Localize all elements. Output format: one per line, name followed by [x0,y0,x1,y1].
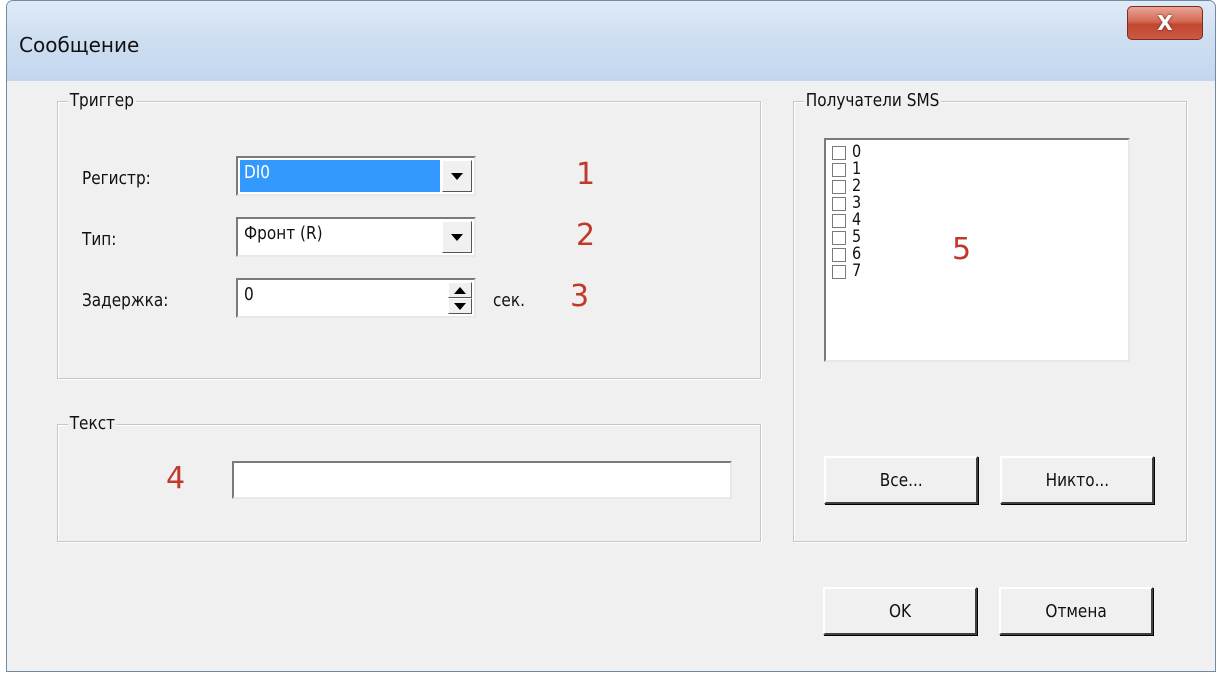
select-none-button-label: Никто... [1045,469,1109,491]
recipient-checkbox[interactable] [832,145,846,160]
chevron-down-icon [451,172,463,180]
text-group: Текст 4 [57,413,761,542]
annotation-1: 1 [576,157,596,192]
spin-up-button[interactable] [448,282,472,298]
type-combobox[interactable]: Фронт (R) [236,217,476,257]
type-label: Тип: [82,229,117,250]
recipient-checkbox[interactable] [832,264,846,279]
text-group-legend: Текст [68,413,117,434]
delay-spin-buttons [448,282,472,314]
dialog-client-area: Триггер Регистр: DI0 1 Тип: Фронт (R) 2 … [7,81,1215,671]
recipient-checkbox[interactable] [832,162,846,177]
recipient-checkbox[interactable] [832,230,846,245]
arrow-down-icon [454,302,466,310]
delay-spinbox[interactable]: 0 [236,278,476,318]
trigger-group: Триггер Регистр: DI0 1 Тип: Фронт (R) 2 … [57,90,761,379]
register-combobox[interactable]: DI0 [236,156,476,196]
annotation-4: 4 [166,461,186,496]
type-value: Фронт (R) [244,223,323,244]
ok-button-label: OK [888,600,912,622]
register-selection: DI0 [240,160,440,192]
annotation-3: 3 [570,279,590,314]
message-text-input[interactable] [232,461,732,499]
close-button[interactable]: X [1127,6,1203,40]
annotation-2: 2 [576,218,596,253]
recipients-listbox[interactable]: 01234567 [824,138,1130,362]
select-all-button-label: Все... [879,469,923,491]
recipient-checkbox[interactable] [832,247,846,262]
delay-label: Задержка: [82,290,169,311]
select-all-button[interactable]: Все... [824,456,978,504]
recipient-item[interactable]: 7 [832,263,863,280]
arrow-up-icon [454,286,466,294]
delay-value: 0 [244,284,254,305]
cancel-button-label: Отмена [1045,600,1107,622]
ok-button[interactable]: OK [823,587,977,635]
register-label: Регистр: [82,168,151,189]
recipient-checkbox[interactable] [832,213,846,228]
spin-down-button[interactable] [448,298,472,314]
select-none-button[interactable]: Никто... [1000,456,1154,504]
recipient-checkbox[interactable] [832,196,846,211]
title-bar[interactable]: Сообщение X [7,1,1215,82]
chevron-down-icon [451,233,463,241]
cancel-button[interactable]: Отмена [999,587,1153,635]
register-dropdown-button[interactable] [442,160,472,192]
trigger-group-legend: Триггер [68,90,136,111]
recipient-label: 7 [852,261,862,281]
delay-unit: сек. [493,290,525,311]
type-dropdown-button[interactable] [442,221,472,253]
close-icon: X [1157,11,1173,35]
sms-group-legend: Получатели SMS [804,90,942,111]
annotation-5: 5 [952,232,972,267]
sms-recipients-group: Получатели SMS 01234567 5 Все... Никто..… [793,90,1187,542]
dialog-window: Сообщение X Триггер Регистр: DI0 1 Тип: … [6,0,1216,672]
window-title: Сообщение [19,33,140,57]
recipient-checkbox[interactable] [832,179,846,194]
register-value: DI0 [244,162,271,183]
